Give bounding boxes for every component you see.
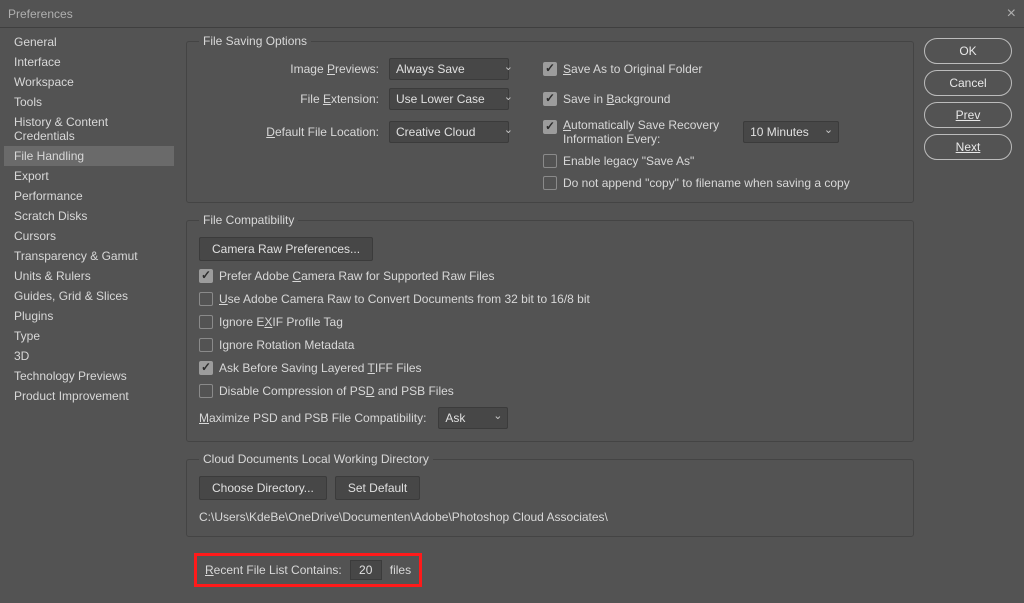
sidebar-item-technology-previews[interactable]: Technology Previews xyxy=(4,366,174,386)
sidebar-item-units-rulers[interactable]: Units & Rulers xyxy=(4,266,174,286)
sidebar-item-plugins[interactable]: Plugins xyxy=(4,306,174,326)
prefer-camera-raw-label: Prefer Adobe Camera Raw for Supported Ra… xyxy=(219,269,494,283)
cloud-documents-group: Cloud Documents Local Working Directory … xyxy=(186,452,914,537)
maximize-compat-select[interactable]: Ask xyxy=(438,407,508,429)
save-as-original-folder-label: Save As to Original Folder xyxy=(563,62,702,76)
file-extension-select[interactable]: Use Lower Case xyxy=(389,88,509,110)
window-title: Preferences xyxy=(8,7,73,21)
use-acr-convert-label: Use Adobe Camera Raw to Convert Document… xyxy=(219,292,590,306)
ok-button[interactable]: OK xyxy=(924,38,1012,64)
enable-legacy-save-as-checkbox[interactable] xyxy=(543,154,557,168)
ignore-rotation-checkbox[interactable] xyxy=(199,338,213,352)
enable-legacy-save-as-label: Enable legacy "Save As" xyxy=(563,154,694,168)
sidebar-item-tools[interactable]: Tools xyxy=(4,92,174,112)
file-saving-options-group: File Saving Options Image Previews: Alwa… xyxy=(186,34,914,203)
sidebar-item-product-improvement[interactable]: Product Improvement xyxy=(4,386,174,406)
close-icon[interactable]: × xyxy=(1007,5,1016,23)
ignore-exif-checkbox[interactable] xyxy=(199,315,213,329)
sidebar-item-history-content-credentials[interactable]: History & Content Credentials xyxy=(4,112,174,146)
no-append-copy-label: Do not append "copy" to filename when sa… xyxy=(563,176,850,190)
title-bar: Preferences × xyxy=(0,0,1024,28)
disable-psd-compression-checkbox[interactable] xyxy=(199,384,213,398)
ignore-exif-label: Ignore EXIF Profile Tag xyxy=(219,315,343,329)
next-button[interactable]: Next xyxy=(924,134,1012,160)
cancel-button[interactable]: Cancel xyxy=(924,70,1012,96)
ask-before-tiff-checkbox[interactable] xyxy=(199,361,213,375)
sidebar-item-general[interactable]: General xyxy=(4,32,174,52)
auto-save-recovery-checkbox[interactable] xyxy=(543,120,557,134)
file-compatibility-group: File Compatibility Camera Raw Preference… xyxy=(186,213,914,442)
file-saving-options-legend: File Saving Options xyxy=(199,34,311,48)
maximize-compat-label: Maximize PSD and PSB File Compatibility: xyxy=(199,411,426,425)
sidebar-item-workspace[interactable]: Workspace xyxy=(4,72,174,92)
camera-raw-preferences-button[interactable]: Camera Raw Preferences... xyxy=(199,237,373,261)
file-compatibility-legend: File Compatibility xyxy=(199,213,298,227)
sidebar: GeneralInterfaceWorkspaceToolsHistory & … xyxy=(0,28,178,603)
sidebar-item-performance[interactable]: Performance xyxy=(4,186,174,206)
ask-before-tiff-label: Ask Before Saving Layered TIFF Files xyxy=(219,361,422,375)
prev-button[interactable]: Prev xyxy=(924,102,1012,128)
prefer-camera-raw-checkbox[interactable] xyxy=(199,269,213,283)
sidebar-item-3d[interactable]: 3D xyxy=(4,346,174,366)
recent-file-count-input[interactable] xyxy=(350,560,382,580)
dialog-buttons: OK Cancel Prev Next xyxy=(924,28,1024,603)
default-file-location-label: Default File Location: xyxy=(199,125,379,139)
recent-file-suffix: files xyxy=(390,563,411,577)
sidebar-item-interface[interactable]: Interface xyxy=(4,52,174,72)
save-in-background-label: Save in Background xyxy=(563,92,670,106)
no-append-copy-checkbox[interactable] xyxy=(543,176,557,190)
sidebar-item-file-handling[interactable]: File Handling xyxy=(4,146,174,166)
sidebar-item-export[interactable]: Export xyxy=(4,166,174,186)
sidebar-item-type[interactable]: Type xyxy=(4,326,174,346)
choose-directory-button[interactable]: Choose Directory... xyxy=(199,476,327,500)
recent-file-highlight: Recent File List Contains: files xyxy=(194,553,422,587)
sidebar-item-transparency-gamut[interactable]: Transparency & Gamut xyxy=(4,246,174,266)
ignore-rotation-label: Ignore Rotation Metadata xyxy=(219,338,354,352)
save-in-background-checkbox[interactable] xyxy=(543,92,557,106)
image-previews-label: Image Previews: xyxy=(199,62,379,76)
main-panel: File Saving Options Image Previews: Alwa… xyxy=(178,28,924,603)
default-file-location-select[interactable]: Creative Cloud xyxy=(389,121,509,143)
sidebar-item-guides-grid-slices[interactable]: Guides, Grid & Slices xyxy=(4,286,174,306)
file-extension-label: File Extension: xyxy=(199,92,379,106)
recent-file-label: Recent File List Contains: xyxy=(205,563,342,577)
image-previews-select[interactable]: Always Save xyxy=(389,58,509,80)
sidebar-item-cursors[interactable]: Cursors xyxy=(4,226,174,246)
set-default-button[interactable]: Set Default xyxy=(335,476,420,500)
cloud-path-text: C:\Users\KdeBe\OneDrive\Documenten\Adobe… xyxy=(199,510,901,524)
cloud-documents-legend: Cloud Documents Local Working Directory xyxy=(199,452,433,466)
use-acr-convert-checkbox[interactable] xyxy=(199,292,213,306)
disable-psd-compression-label: Disable Compression of PSD and PSB Files xyxy=(219,384,454,398)
sidebar-item-scratch-disks[interactable]: Scratch Disks xyxy=(4,206,174,226)
auto-save-interval-select[interactable]: 10 Minutes xyxy=(743,121,839,143)
save-as-original-folder-checkbox[interactable] xyxy=(543,62,557,76)
auto-save-recovery-label: Automatically Save Recovery Information … xyxy=(563,118,719,146)
